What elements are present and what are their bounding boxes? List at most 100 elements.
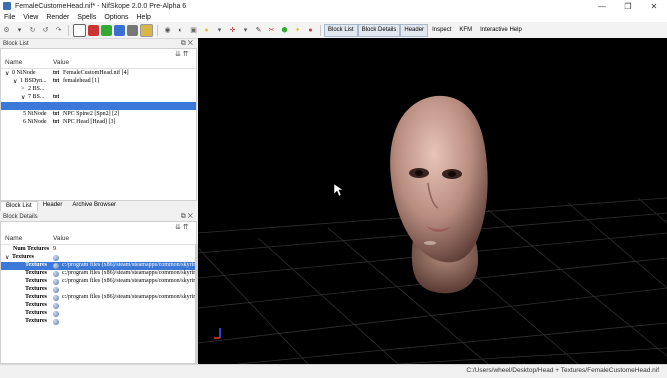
block-list-header: Block List ⧉ ✕ [0,39,197,48]
expand-arrow-icon[interactable]: ∨ [5,70,9,77]
texture-icon [53,271,59,277]
menu-render[interactable]: Render [42,14,73,21]
head-model[interactable] [390,95,488,294]
menu-view[interactable]: View [19,14,42,21]
tab-archive-browser[interactable]: Archive Browser [67,201,121,210]
dock-controls[interactable]: ⧉ ✕ [181,213,193,221]
viewport-scene [198,95,667,364]
block-list-title: Block List [3,40,29,47]
close-button[interactable]: ✕ [641,0,667,12]
detail-row[interactable]: Textures c:/program files (x86)/steam/st… [1,278,198,286]
tree-row-name: 7 BS... [28,94,45,100]
detail-row-value[interactable]: 9 [53,246,56,252]
tree-row[interactable]: ∨ 1 BSDyn... txt femalehead [1] [1,78,196,86]
load-icon[interactable]: ⚙ [1,25,12,36]
detail-row[interactable]: Textures c:/program files (x86)/steam/st… [1,270,198,278]
texture-icon [53,279,59,285]
undo-icon[interactable]: ↺ [40,25,51,36]
column-value[interactable]: Value [53,235,69,242]
expand-all-icon[interactable]: ⇊ ⇈ [175,50,189,58]
detail-row[interactable]: Textures [1,310,196,318]
column-name[interactable]: Name [5,59,22,66]
expand-all-icon[interactable]: ⇊ ⇈ [175,223,189,231]
toolbar-separator [157,24,158,36]
havok-icon[interactable]: ⬢ [279,25,290,36]
toolbar: ⚙ ▾ ↻ ↺ ↷ ◉ ◐ ▣ ● ▾ ✛ ▾ ✎ ✂ ⬢ ✦ ● Block … [0,22,667,39]
column-value[interactable]: Value [53,59,69,66]
detail-row-value[interactable]: c:/program files (x86)/steam/steamapps/c… [62,270,198,276]
detail-row[interactable]: Textures [1,302,196,310]
save-icon[interactable]: ▾ [14,25,25,36]
camera-icon[interactable]: ◐ [175,25,186,36]
dock-tabs: Block List Header Archive Browser [0,201,197,211]
minimize-button[interactable]: — [589,0,615,12]
detail-row[interactable]: ∨ Textures [1,254,196,262]
menu-file[interactable]: File [0,14,19,21]
eye-icon[interactable]: ◉ [162,25,173,36]
text-icon: txt [53,94,60,100]
texture-icon[interactable]: ▣ [188,25,199,36]
text-icon: txt [53,78,60,84]
detail-row-name: Textures [25,318,48,324]
detail-row[interactable]: Num Textures 9 [1,246,196,254]
dock-controls[interactable]: ⧉ ✕ [181,40,193,48]
detail-row[interactable]: Textures c:/program files (x86)/steam/st… [1,294,198,302]
detail-row-name: Textures [25,270,48,276]
tab-header[interactable]: Header [38,201,68,210]
detail-row-value[interactable]: c:/program files (x86)/steam/steamapps/c… [62,262,198,268]
bone-icon[interactable]: ✎ [253,25,264,36]
detail-row-name: Textures [12,254,35,260]
lightbulb-icon[interactable]: ● [201,25,212,36]
maximize-button[interactable]: ❐ [615,0,641,12]
tree-row[interactable]: 5 NiNode txt NPC Spine2 [Spn2] [2] [1,111,196,119]
shaded-icon[interactable] [140,23,153,37]
axes-icon[interactable]: ✛ [227,25,238,36]
detail-row-value[interactable]: c:/program files (x86)/steam/steamapps/c… [62,278,198,284]
expand-arrow-icon[interactable]: ∨ [13,78,17,85]
toolbar-kfm[interactable]: KFM [455,24,476,37]
toolbar-block-details[interactable]: Block Details [357,23,401,37]
constraint-icon[interactable]: ✂ [266,25,277,36]
menu-help[interactable]: Help [133,14,155,21]
detail-row[interactable]: Textures [1,286,196,294]
toolbar-header[interactable]: Header [400,23,429,37]
tree-row[interactable]: > 2 BS... [1,86,196,94]
cube-red-icon[interactable] [88,24,99,36]
expand-arrow-icon[interactable]: ∨ [5,254,9,261]
tree-row[interactable]: ∨ 7 BS... txt [1,94,196,102]
detail-row-value[interactable]: c:/program files (x86)/steam/steamapps/c… [62,294,198,300]
expand-arrow-icon[interactable]: > [21,86,24,92]
toolbar-inspect[interactable]: Inspect [428,24,455,37]
expand-arrow-icon[interactable]: ∨ [21,94,25,101]
tree-row-selected[interactable] [1,102,196,110]
tab-block-list[interactable]: Block List [0,201,38,211]
toolbar-interactive-help[interactable]: Interactive Help [476,24,526,37]
cube-green-icon[interactable] [101,24,112,36]
tree-row[interactable]: ∨ 0 NiNode txt FemaleCustomHead.nif [4] [1,70,196,78]
chevron-down-icon[interactable]: ▾ [240,25,251,36]
file-path: C:/Users/wheel/Desktop/Head + Textures/F… [466,367,659,374]
tree-row[interactable]: 6 NiNode txt NPC Head [Head] [3] [1,119,196,127]
detail-row-selected[interactable]: Textures c:/program files (x86)/steam/st… [1,262,198,270]
detail-row-name: Textures [25,278,48,284]
marker-icon[interactable]: ✦ [292,25,303,36]
cube-blue-icon[interactable] [114,24,125,36]
detail-row[interactable]: Textures [1,318,196,326]
detail-row-name: Textures [25,286,48,292]
detail-row-name: Textures [25,310,48,316]
status-bar: C:/Users/wheel/Desktop/Head + Textures/F… [0,364,667,378]
tree-row-name: 2 BS... [28,86,45,92]
reload-icon[interactable]: ↻ [27,25,38,36]
view-icon[interactable] [127,24,138,36]
select-icon[interactable] [73,23,86,37]
render-viewport[interactable] [198,38,667,364]
tree-row-name: 6 NiNode [23,119,47,125]
menu-options[interactable]: Options [100,14,132,21]
tree-row-name: 5 NiNode [23,111,47,117]
toolbar-block-list[interactable]: Block List [324,23,358,37]
furniture-icon[interactable]: ● [305,25,316,36]
column-name[interactable]: Name [5,235,22,242]
menu-spells[interactable]: Spells [73,14,100,21]
chevron-down-icon[interactable]: ▾ [214,25,225,36]
redo-icon[interactable]: ↷ [53,25,64,36]
